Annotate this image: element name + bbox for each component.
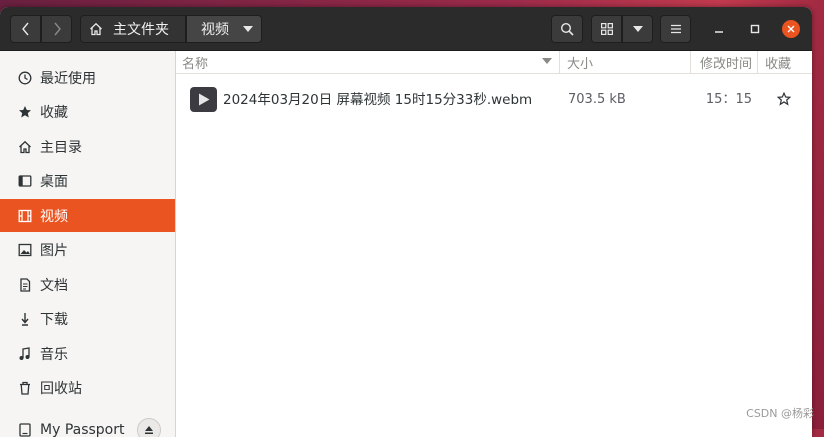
sidebar-item-recent[interactable]: 最近使用 [0,61,175,94]
sidebar-item-videos[interactable]: 视频 [0,199,175,232]
sidebar-item-label: 音乐 [40,344,68,364]
sidebar-item-music[interactable]: 音乐 [0,337,175,370]
file-list-view: 名称 大小 修改时间 收藏 2024年03月20日 屏幕视频 15时15分33秒… [176,51,812,437]
sidebar-item-label: 主目录 [40,137,82,157]
sidebar-item-label: 桌面 [40,171,68,191]
column-header: 名称 大小 修改时间 收藏 [176,51,812,74]
close-button[interactable] [782,20,800,38]
column-size-label: 大小 [567,53,593,72]
breadcrumb-home-label: 主文件夹 [113,19,169,39]
desktop-icon [18,174,32,188]
column-name-label: 名称 [182,53,208,72]
sidebar-item-desktop[interactable]: 桌面 [0,164,175,197]
column-starred-label: 收藏 [765,53,791,72]
video-file-icon [190,87,217,112]
breadcrumb-current[interactable]: 视频 [186,15,262,43]
grid-icon [601,23,613,35]
file-name: 2024年03月20日 屏幕视频 15时15分33秒.webm [223,84,532,116]
star-icon [18,105,32,119]
sidebar-item-documents[interactable]: 文档 [0,268,175,301]
music-icon [18,347,32,361]
sidebar-item-label: 图片 [40,240,68,260]
hamburger-icon [671,24,681,34]
file-size: 703.5 kB [568,84,626,116]
column-modified-label: 修改时间 [700,53,752,72]
dropdown-arrow-icon [243,26,253,32]
sidebar-item-label: 文档 [40,275,68,295]
maximize-icon [750,24,760,34]
sidebar-item-label: 视频 [40,206,68,226]
sidebar-item-label: My Passport [40,422,125,437]
sidebar-item-downloads[interactable]: 下载 [0,302,175,335]
column-starred[interactable]: 收藏 [759,51,812,73]
chevron-left-icon [21,22,31,36]
download-icon [18,312,32,326]
view-options-button[interactable] [622,15,653,43]
file-modified: 15：15 [696,84,752,116]
image-icon [18,243,32,257]
sidebar-item-label: 最近使用 [40,68,96,88]
drive-icon [18,423,32,437]
sidebar-item-label: 收藏 [40,102,68,122]
column-size[interactable]: 大小 [561,51,691,73]
header-bar: 主文件夹 视频 [0,7,812,51]
sidebar: 最近使用 收藏 主目录 桌面 视频 图片 文档 下载 [0,51,176,437]
eject-icon [144,425,154,435]
watermark: CSDN @杨彩 [746,405,814,421]
column-name[interactable]: 名称 [176,51,560,73]
star-outline-icon[interactable] [777,92,791,106]
grid-view-button[interactable] [591,15,622,43]
minimize-button[interactable] [710,20,728,38]
minimize-icon [714,24,724,34]
sidebar-item-pictures[interactable]: 图片 [0,233,175,266]
search-button[interactable] [551,15,583,43]
clock-icon [18,71,32,85]
forward-button[interactable] [41,15,72,43]
sort-descending-icon [542,58,552,64]
file-row[interactable]: 2024年03月20日 屏幕视频 15时15分33秒.webm 703.5 kB… [176,84,812,116]
eject-button[interactable] [137,418,161,437]
sidebar-item-label: 下载 [40,309,68,329]
breadcrumb-current-label: 视频 [201,19,229,39]
file-manager-window: 主文件夹 视频 最近使用 [0,7,812,437]
close-icon [787,25,795,33]
sidebar-item-label: 回收站 [40,378,82,398]
sidebar-item-home[interactable]: 主目录 [0,130,175,163]
sidebar-item-trash[interactable]: 回收站 [0,371,175,404]
home-icon [89,22,103,36]
document-icon [18,278,32,292]
chevron-right-icon [52,22,62,36]
sidebar-item-starred[interactable]: 收藏 [0,95,175,128]
home-icon [18,140,32,154]
back-button[interactable] [10,15,41,43]
film-icon [18,209,32,223]
maximize-button[interactable] [746,20,764,38]
trash-icon [18,381,32,395]
breadcrumb-home[interactable]: 主文件夹 [80,15,186,43]
menu-button[interactable] [660,15,691,43]
search-icon [560,22,574,36]
column-modified[interactable]: 修改时间 [692,51,758,73]
dropdown-arrow-icon [633,26,643,32]
